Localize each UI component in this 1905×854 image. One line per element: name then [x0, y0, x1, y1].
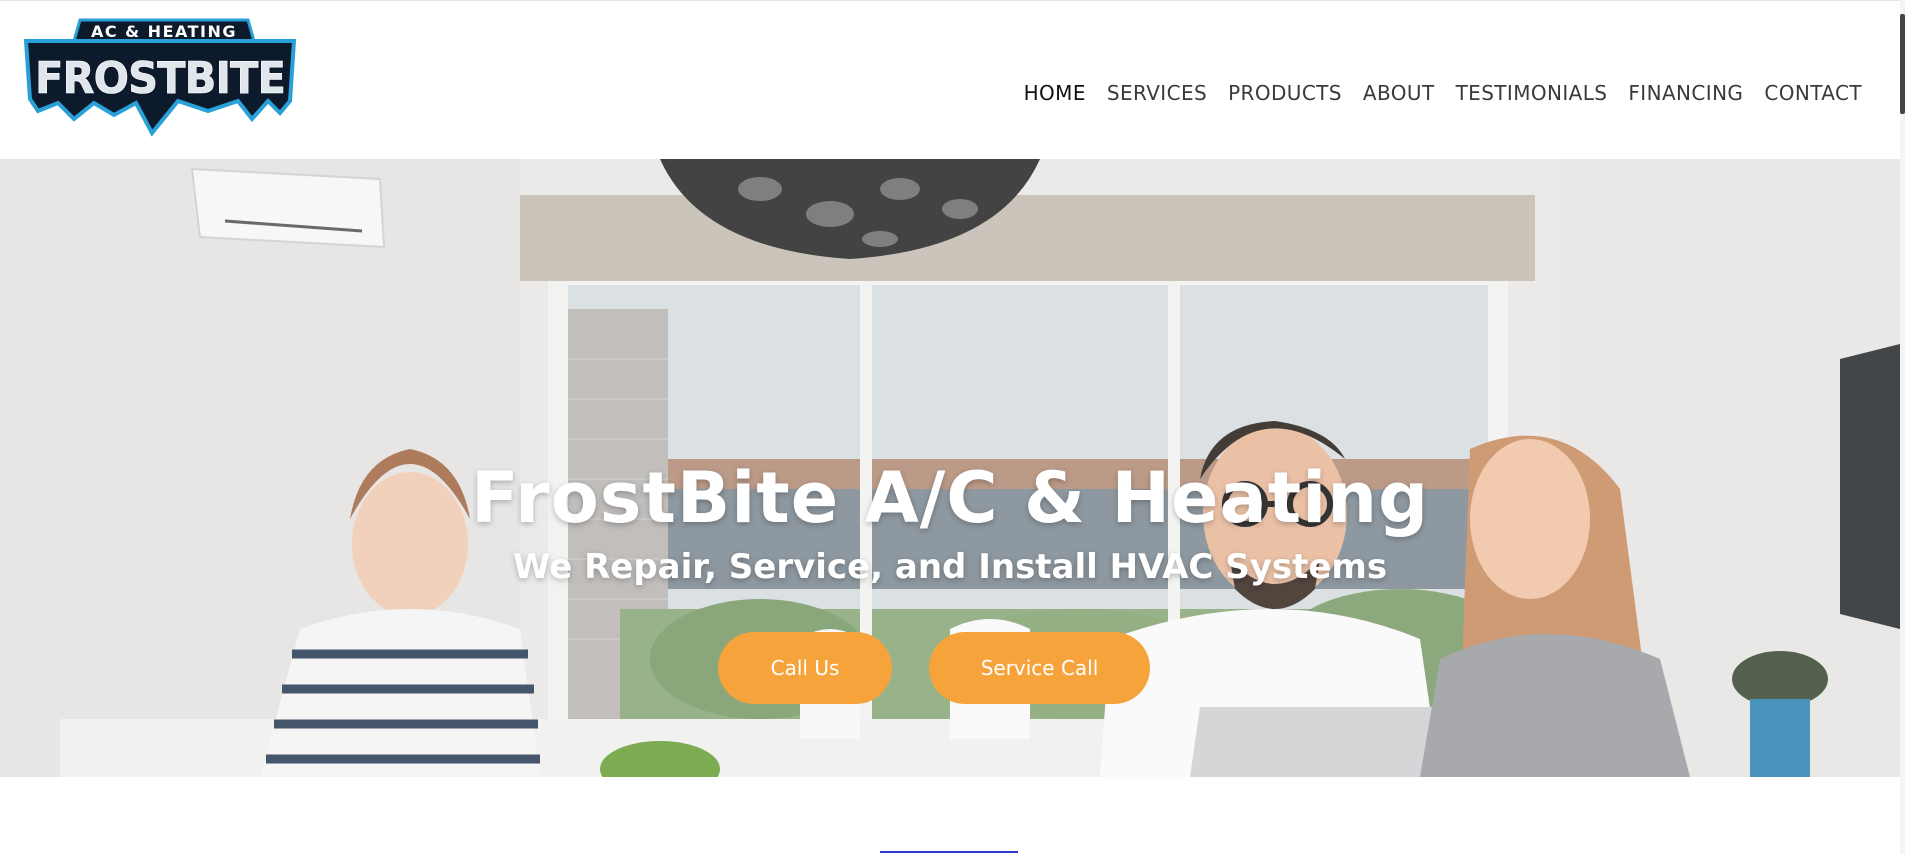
section-accent-line — [880, 851, 1018, 853]
nav-services[interactable]: SERVICES — [1107, 81, 1207, 105]
nav-contact[interactable]: CONTACT — [1764, 81, 1862, 105]
main-nav: HOME SERVICES PRODUCTS ABOUT TESTIMONIAL… — [1024, 81, 1862, 105]
hero-title: FrostBite A/C & Heating — [470, 457, 1430, 539]
site-header: AC & HEATING FROSTBITE HOME SERVICES PRO… — [0, 1, 1900, 159]
nav-products[interactable]: PRODUCTS — [1228, 81, 1342, 105]
logo-top-text: AC & HEATING — [91, 22, 237, 41]
hero-section: FrostBite A/C & Heating We Repair, Servi… — [0, 159, 1900, 777]
logo-main-text: FROSTBITE — [35, 53, 285, 104]
scrollbar[interactable] — [1900, 0, 1905, 854]
nav-about[interactable]: ABOUT — [1363, 81, 1435, 105]
nav-testimonials[interactable]: TESTIMONIALS — [1456, 81, 1608, 105]
nav-home[interactable]: HOME — [1024, 81, 1086, 105]
call-us-button[interactable]: Call Us — [718, 632, 892, 704]
frostbite-logo[interactable]: AC & HEATING FROSTBITE — [18, 15, 298, 143]
service-call-button[interactable]: Service Call — [929, 632, 1150, 704]
hero-subtitle: We Repair, Service, and Install HVAC Sys… — [512, 547, 1388, 587]
nav-financing[interactable]: FINANCING — [1628, 81, 1743, 105]
scrollbar-thumb[interactable] — [1900, 14, 1905, 114]
